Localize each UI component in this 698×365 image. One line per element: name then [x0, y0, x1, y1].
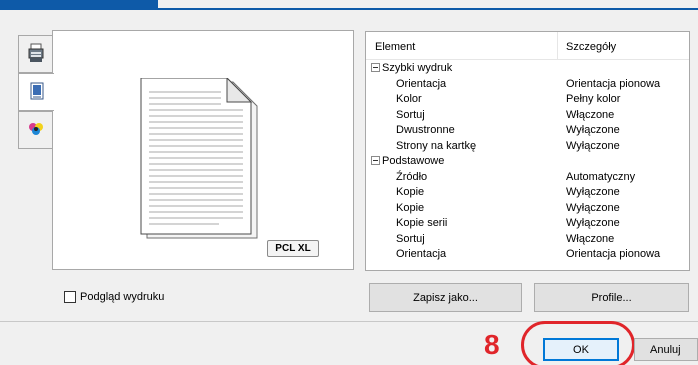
pcl-xl-badge: PCL XL: [267, 240, 319, 257]
list-group-row[interactable]: Podstawowe: [366, 154, 689, 170]
row-element-label: Źródło: [396, 170, 427, 186]
title-bar: [0, 0, 698, 13]
printer-icon: [28, 43, 44, 66]
list-header: Element Szczegóły: [366, 32, 689, 60]
row-element-label: Podstawowe: [371, 154, 444, 170]
list-row[interactable]: Kopie Wyłączone: [366, 201, 689, 217]
row-element-label: Sortuj: [396, 232, 425, 248]
row-element-text: Sortuj: [396, 108, 425, 121]
row-value: Wyłączone: [566, 201, 620, 214]
document-icon: [30, 82, 44, 103]
profile-button[interactable]: Profile...: [534, 283, 689, 312]
collapse-icon[interactable]: [371, 156, 380, 165]
row-element-label: Szybki wydruk: [371, 61, 452, 77]
print-preview-option[interactable]: Podgląd wydruku: [64, 291, 164, 303]
color-icon: [27, 120, 45, 141]
row-element-label: Strony na kartkę: [396, 139, 476, 155]
column-separator[interactable]: [557, 32, 558, 60]
row-value: Orientacja pionowa: [566, 248, 661, 260]
row-value: Automatyczny: [566, 170, 636, 183]
column-header-element[interactable]: Element: [375, 41, 415, 53]
row-element-label: Dwustronne: [396, 123, 455, 139]
row-element-text: Orientacja: [396, 248, 447, 260]
row-element-label: Kolor: [396, 92, 422, 108]
row-element-text: Kopie serii: [396, 217, 448, 229]
row-element-label: Kopie: [396, 201, 424, 217]
row-element-text: Dwustronne: [396, 124, 455, 136]
row-element-label: Orientacja: [396, 247, 446, 263]
row-element-text: Sortuj: [396, 232, 425, 245]
row-element-text: Źródło: [396, 170, 428, 183]
list-rows: Szybki wydruk Orientacja Orientacja pionow…: [366, 61, 689, 263]
save-as-button[interactable]: Zapisz jako...: [369, 283, 522, 312]
settings-list[interactable]: Element Szczegóły Szybki wydruk Orientacj…: [365, 31, 690, 271]
list-row[interactable]: Sortuj Włączone: [366, 108, 689, 124]
page-preview-icon: [139, 76, 263, 242]
list-row[interactable]: Kopie serii Wyłączone: [366, 216, 689, 232]
row-element-label: Orientacja: [396, 77, 446, 93]
row-value: Wyłączone: [566, 217, 620, 229]
row-element-label: Kopie serii: [396, 216, 447, 232]
row-value: Wyłączone: [566, 186, 620, 198]
top-tab-underline: [158, 8, 698, 10]
list-row[interactable]: Kopie Wyłączone: [366, 185, 689, 201]
row-element-text: Strony na kartkę: [396, 139, 477, 152]
row-element-label: Sortuj: [396, 108, 425, 124]
list-row[interactable]: Dwustronne Wyłączone: [366, 123, 689, 139]
list-row[interactable]: Orientacja Orientacja pionowa: [366, 247, 689, 263]
row-value: Włączone: [566, 232, 615, 245]
row-element-text: Kopie: [396, 201, 425, 214]
list-row[interactable]: Kolor Pełny kolor: [366, 92, 689, 108]
row-value: Wyłączone: [566, 139, 620, 152]
row-value: Pełny kolor: [566, 93, 621, 105]
print-settings-dialog: PCL XL Element Szczegóły Szybki wydruk Or…: [0, 13, 698, 365]
row-element-text: Kopie: [396, 186, 425, 198]
active-top-tab[interactable]: [0, 0, 158, 10]
ok-highlight-circle: [521, 321, 635, 365]
row-value: Orientacja pionowa: [566, 77, 661, 90]
cancel-button[interactable]: Anuluj: [634, 338, 698, 361]
print-preview-panel: PCL XL: [52, 30, 354, 270]
row-element-text: Szybki wydruk: [382, 62, 453, 74]
step-number-annotation: 8: [484, 329, 500, 360]
row-element-text: Podstawowe: [382, 155, 445, 167]
list-group-row[interactable]: Szybki wydruk: [366, 61, 689, 77]
print-preview-label: Podgląd wydruku: [80, 291, 165, 303]
collapse-icon[interactable]: [371, 63, 380, 72]
list-row[interactable]: Sortuj Włączone: [366, 232, 689, 248]
column-header-details[interactable]: Szczegóły: [566, 41, 616, 53]
row-element-text: Orientacja: [396, 77, 447, 90]
side-tab-printer[interactable]: [18, 35, 52, 73]
list-row[interactable]: Strony na kartkę Wyłączone: [366, 139, 689, 155]
side-tab-document[interactable]: [18, 73, 54, 111]
list-row[interactable]: Orientacja Orientacja pionowa: [366, 77, 689, 93]
list-row[interactable]: Źródło Automatyczny: [366, 170, 689, 186]
print-preview-checkbox[interactable]: [64, 291, 76, 303]
side-tab-color[interactable]: [18, 111, 52, 149]
row-element-label: Kopie: [396, 185, 424, 201]
row-value: Wyłączone: [566, 124, 620, 136]
row-value: Włączone: [566, 108, 615, 121]
row-element-text: Kolor: [396, 93, 422, 105]
